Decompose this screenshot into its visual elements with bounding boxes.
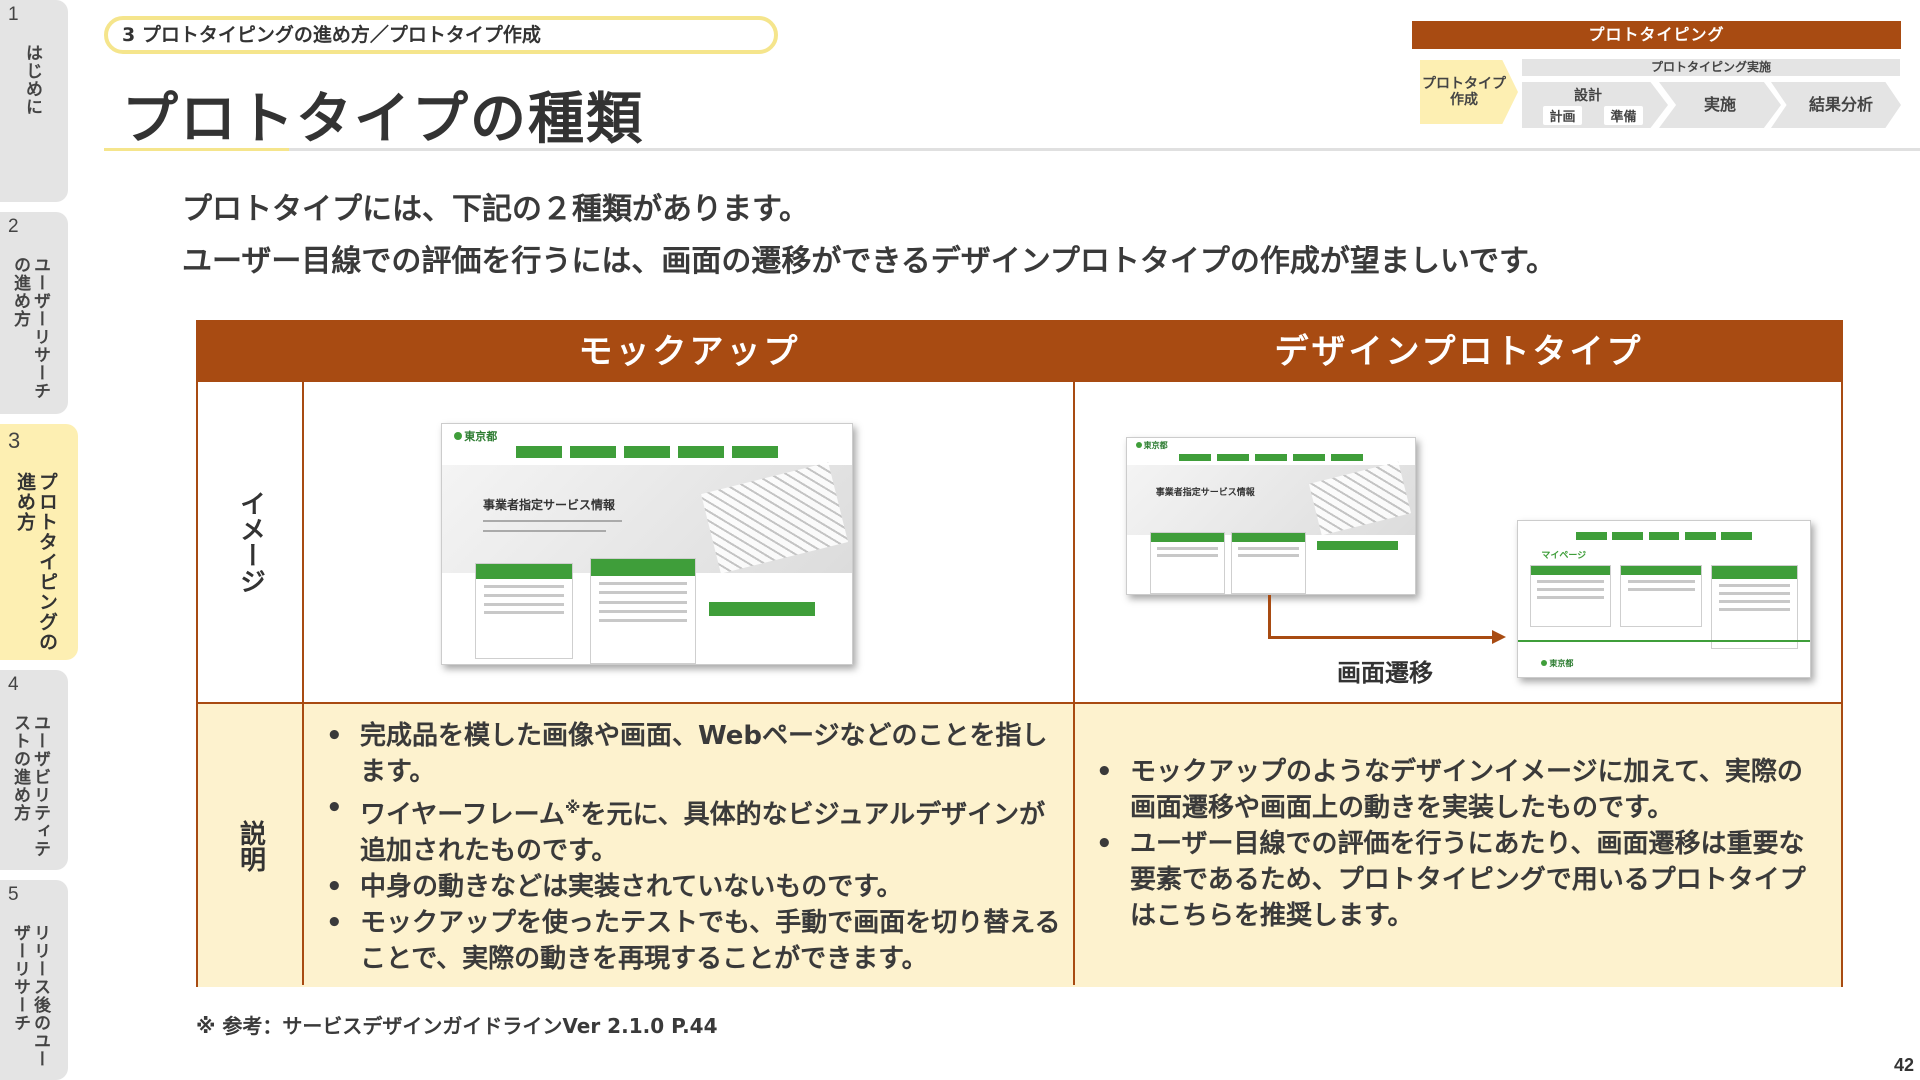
breadcrumb: 3 プロトタイピングの進め方／プロトタイプ作成 (104, 16, 778, 54)
site-logo-text: 東京都 (464, 429, 498, 443)
prototype-description-list: モックアップのようなデザインイメージに加えて、実際の画面遷移や画面上の動きを実装… (1084, 754, 1828, 934)
chapter-tab-3[interactable]: 3 プロトタイピングの進め方 (0, 424, 78, 660)
chapter-label: はじめに (22, 44, 42, 116)
title-divider (104, 148, 1920, 151)
footer-line (1518, 639, 1810, 642)
chapter-number: 1 (8, 4, 19, 25)
logo-icon (1135, 442, 1142, 449)
chapter-label: プロトタイピングの進め方 (14, 472, 58, 652)
step-label: プロトタイプ作成 (1422, 76, 1506, 108)
page-title: プロトタイプの種類 (122, 87, 644, 152)
header-design-prototype: デザインプロトタイプ (1075, 322, 1843, 382)
logo-icon (454, 431, 463, 440)
row-label-image: イメージ (235, 490, 266, 594)
chapter-tab-2[interactable]: 2 ユーザーリサーチの進め方 (0, 212, 68, 414)
reference-footnote: ※ 参考：サービスデザインガイドラインVer 2.1.0 P.44 (196, 1014, 718, 1038)
step-design: 設計 計画 準備 (1522, 82, 1668, 128)
process-bar: プロトタイピング (1412, 21, 1901, 49)
footer-logo: 東京都 (1541, 658, 1573, 669)
site-card (1710, 564, 1799, 649)
chapter-number: 2 (8, 216, 19, 237)
mockup-description-list: 完成品を模した画像や画面、Webページなどのことを指します。 ワイヤーフレーム※… (314, 718, 1064, 977)
site-hero-title: 事業者指定サービス情報 (483, 498, 616, 512)
site-nav (1178, 453, 1364, 462)
hero-text-line (483, 529, 606, 532)
transition-label: 画面遷移 (1337, 659, 1433, 687)
logo-icon (1541, 660, 1548, 667)
lead-line-1: プロトタイプには、下記の２種類があります。 (182, 192, 809, 227)
site-logo-text: 東京都 (1549, 659, 1574, 669)
site-logo: 東京都 (1135, 440, 1168, 451)
arrow-head-icon (1492, 630, 1506, 644)
site-button (1317, 540, 1398, 551)
substep-prep: 準備 (1604, 106, 1643, 125)
site-header (442, 424, 852, 444)
chapter-number: 4 (8, 674, 19, 695)
row-divider (198, 702, 1841, 704)
step-result: 結果分析 (1771, 82, 1901, 128)
site-card (1150, 531, 1225, 594)
row-label-description: 説明 (235, 819, 266, 872)
step-substeps: 計画 準備 (1522, 106, 1654, 125)
site-card (1230, 531, 1306, 594)
site-card (474, 563, 574, 660)
chapter-tab-4[interactable]: 4 ユーザビリティテストの進め方 (0, 670, 68, 870)
lead-text: プロトタイプには、下記の２種類があります。 ユーザー目線での評価を行うには、画面… (182, 184, 1556, 288)
lead-line-2: ユーザー目線での評価を行うには、画面の遷移ができるデザインプロトタイプの作成が望… (182, 244, 1556, 279)
site-header (1127, 438, 1415, 451)
header-mockup: モックアップ (304, 322, 1075, 382)
header-corner (198, 322, 304, 382)
chapter-number: 5 (8, 884, 19, 905)
list-item: モックアップを使ったテストでも、手動で画面を切り替えることで、実際の動きを再現す… (314, 905, 1064, 977)
site-logo-text: 東京都 (1143, 441, 1168, 451)
prototype-screen-2: マイページ 東京都 (1517, 520, 1811, 678)
list-item: ワイヤーフレーム※を元に、具体的なビジュアルデザインが追加されたものです。 (314, 790, 1064, 869)
transition-arrow-horizontal (1268, 636, 1494, 639)
step-prototype: プロトタイプ作成 (1420, 60, 1518, 124)
footnote-mark: ※ (564, 798, 581, 817)
site-logo: 東京都 (454, 428, 497, 444)
process-sub-bar: プロトタイピング実施 (1522, 59, 1900, 76)
site-hero-title: 事業者指定サービス情報 (1155, 487, 1255, 498)
column-divider (1073, 322, 1075, 985)
mypage-heading: マイページ (1541, 550, 1587, 561)
site-nav (1576, 531, 1752, 540)
prototype-screen-1: 東京都 事業者指定サービス情報 (1126, 437, 1416, 595)
chapter-label: リリース後のユーザーリサーチ (10, 924, 50, 1068)
list-item: モックアップのようなデザインイメージに加えて、実際の画面遷移や画面上の動きを実装… (1084, 754, 1828, 826)
chapter-tab-5[interactable]: 5 リリース後のユーザーリサーチ (0, 880, 68, 1080)
chapter-label: ユーザビリティテストの進め方 (10, 714, 50, 858)
step-implement: 実施 (1659, 82, 1781, 128)
page-number: 42 (1893, 1055, 1914, 1075)
title-divider-accent (104, 148, 289, 151)
list-item: ユーザー目線での評価を行うにあたり、画面遷移は重要な要素であるため、プロトタイピ… (1084, 826, 1828, 934)
substep-plan: 計画 (1543, 106, 1582, 125)
list-item: 完成品を模した画像や画面、Webページなどのことを指します。 (314, 718, 1064, 790)
site-nav (515, 445, 779, 458)
site-button (708, 601, 816, 616)
transition-arrow-vertical (1268, 595, 1271, 639)
site-card (1529, 564, 1612, 628)
site-card (1620, 564, 1702, 628)
chapter-number: 3 (8, 428, 21, 453)
step-label: 設計 (1574, 88, 1602, 104)
site-card (589, 558, 697, 664)
mockup-screenshot: 東京都 事業者指定サービス情報 (441, 423, 853, 665)
list-item-text: ワイヤーフレーム (360, 800, 565, 830)
list-item: 中身の動きなどは実装されていないものです。 (314, 869, 1064, 905)
chapter-label: ユーザーリサーチの進め方 (10, 256, 50, 400)
chapter-tab-1[interactable]: 1 はじめに (0, 0, 68, 202)
hero-text-line (483, 520, 623, 522)
